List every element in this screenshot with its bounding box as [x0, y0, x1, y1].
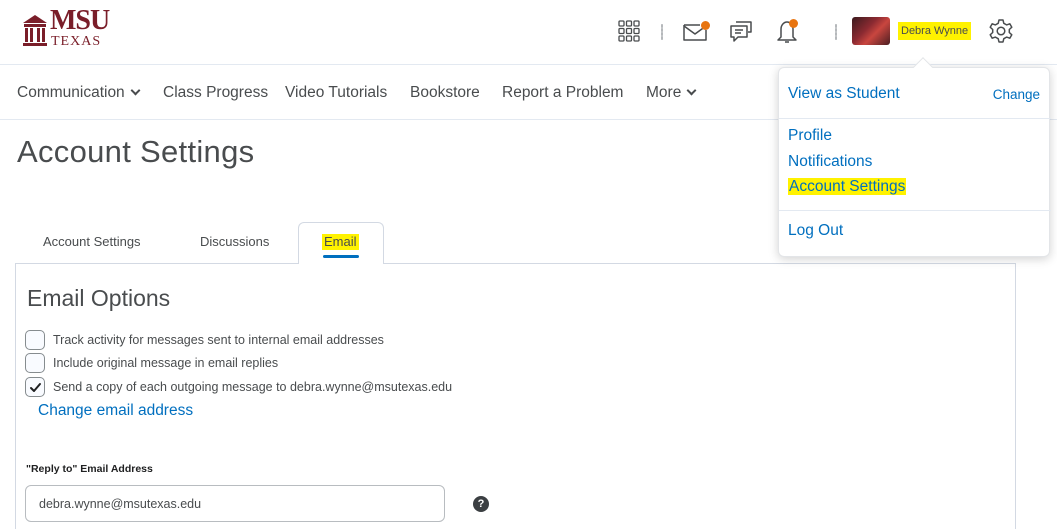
- gear-icon[interactable]: [986, 16, 1016, 46]
- header-separator: [661, 24, 663, 40]
- mail-notification-dot: [701, 21, 710, 30]
- view-as-student-link[interactable]: View as Student: [788, 84, 900, 104]
- bell-icon[interactable]: [772, 16, 802, 46]
- email-options-panel: Email Options Track activity for message…: [15, 263, 1016, 529]
- chevron-down-icon: [130, 85, 141, 96]
- tab-discussions[interactable]: Discussions: [200, 224, 269, 264]
- checkmark-icon: [29, 382, 41, 392]
- change-role-link[interactable]: Change: [993, 85, 1040, 105]
- chevron-down-icon: [686, 85, 697, 96]
- tab-account-settings[interactable]: Account Settings: [43, 224, 141, 264]
- help-icon[interactable]: ?: [473, 496, 489, 512]
- notifications-link[interactable]: Notifications: [788, 152, 872, 172]
- avatar: [852, 17, 890, 45]
- active-tab-indicator: [323, 255, 359, 258]
- user-name: Debra Wynne: [898, 22, 972, 40]
- include-original-checkbox[interactable]: [25, 353, 45, 373]
- logo-text-texas: TEXAS: [51, 34, 102, 49]
- send-copy-checkbox[interactable]: [25, 377, 45, 397]
- nav-video-tutorials[interactable]: Video Tutorials: [285, 83, 387, 103]
- reply-to-label: "Reply to" Email Address: [26, 463, 153, 475]
- building-icon: [23, 15, 47, 46]
- tab-email[interactable]: Email: [298, 222, 384, 264]
- option-track-activity: Track activity for messages sent to inte…: [25, 330, 384, 350]
- profile-link[interactable]: Profile: [788, 126, 832, 146]
- logo-text-msu: MSU: [50, 5, 110, 36]
- nav-class-progress[interactable]: Class Progress: [163, 83, 268, 103]
- reply-to-email-input[interactable]: [25, 485, 445, 522]
- account-settings-link[interactable]: Account Settings: [788, 177, 907, 197]
- include-original-label: Include original message in email replie…: [53, 356, 279, 370]
- email-options-title: Email Options: [27, 285, 171, 311]
- dropdown-divider: [779, 118, 1051, 119]
- header-separator: [835, 24, 837, 40]
- track-activity-label: Track activity for messages sent to inte…: [53, 333, 384, 347]
- option-send-copy: Send a copy of each outgoing message to …: [25, 377, 452, 397]
- send-copy-label: Send a copy of each outgoing message to …: [53, 380, 453, 394]
- top-header: MSU TEXAS Debra Wynne: [0, 0, 1057, 64]
- nav-report-a-problem[interactable]: Report a Problem: [502, 83, 623, 103]
- user-menu-dropdown: View as Student Change Profile Notificat…: [778, 57, 1051, 257]
- nav-communication[interactable]: Communication: [17, 83, 141, 103]
- chat-icon[interactable]: [726, 16, 756, 46]
- bell-notification-dot: [789, 19, 798, 28]
- option-include-original: Include original message in email replie…: [25, 353, 278, 373]
- log-out-link[interactable]: Log Out: [788, 221, 843, 241]
- nav-bookstore[interactable]: Bookstore: [410, 83, 480, 103]
- mail-icon[interactable]: [680, 16, 710, 46]
- track-activity-checkbox[interactable]: [25, 330, 45, 350]
- change-email-link[interactable]: Change email address: [38, 401, 193, 421]
- user-menu-button[interactable]: Debra Wynne: [852, 14, 972, 48]
- tab-email-label: Email: [322, 234, 359, 250]
- dropdown-divider: [779, 210, 1051, 211]
- grid-icon[interactable]: [614, 16, 644, 46]
- nav-more[interactable]: More: [646, 83, 697, 103]
- page-title: Account Settings: [17, 134, 255, 169]
- msu-texas-logo[interactable]: MSU TEXAS: [22, 5, 122, 53]
